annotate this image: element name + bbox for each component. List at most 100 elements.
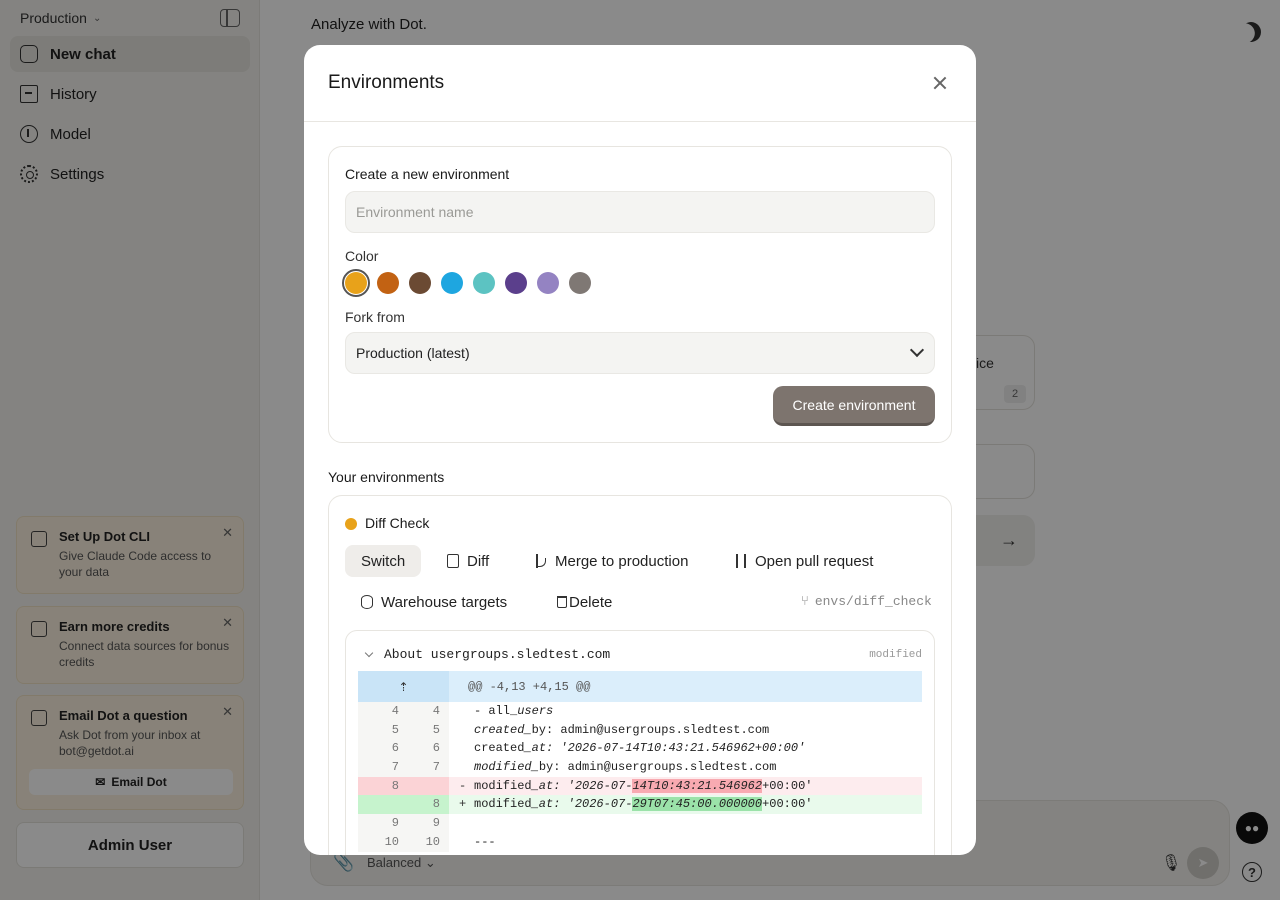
switch-button[interactable]: Switch [345,545,422,577]
diff-table: ⇡ @@ -4,13 +4,15 @@ 44- all_users 5 5 creat… [358,671,922,852]
code-pre: created [474,741,525,756]
code-italic: users [517,704,554,718]
branch-label: envs/diff_check [814,594,932,609]
line-gutter: 44 [358,702,449,721]
code-text: --- [464,833,496,852]
color-swatch[interactable] [377,272,399,294]
diff-line: 8 - modified_at: '2026-07-14T10:43:21.5469… [358,776,922,796]
diff-label: Diff [467,552,490,570]
new-line-number: 8 [432,797,440,812]
open-pull-request-button[interactable]: Open pull request [719,545,889,577]
color-swatch[interactable] [473,272,495,294]
diff-line: 6 6 created_at: '2026-07-14T10:43:21.54696… [358,739,922,759]
code-italic: modified_ [474,760,539,775]
color-label: Color [345,248,379,264]
diff-line: 7 7 modified_by: admin@usergroups.sledtest… [358,758,922,777]
color-swatch[interactable] [409,272,431,294]
code-italic: _at: '2026-07- [531,797,633,812]
code-text: modified_at: '2026-07-14T10:43:21.546962… [464,777,812,796]
diff-icon [447,554,459,568]
close-icon[interactable] [932,75,948,91]
environments-modal: Environments Create a new environment Co… [304,45,976,855]
old-line-number: 8 [391,778,399,793]
line-gutter: 66 [358,739,449,759]
code-post: by: admin@usergroups.sledtest.com [538,760,777,775]
diff-sign [449,721,464,740]
line-gutter: 99 [358,814,449,833]
old-line-number: 6 [391,741,399,756]
environment-card: Diff Check Switch Diff Merge to producti… [328,495,952,855]
color-swatch[interactable] [569,272,591,294]
color-swatch[interactable] [537,272,559,294]
trash-icon [557,596,567,608]
code-post: by: admin@usergroups.sledtest.com [531,722,770,737]
code-pre: modified [474,797,532,812]
diff-line: 8 + modified_at: '2026-07-29T07:45:00.0000… [358,795,922,815]
diff-line: 44- all_users [358,702,922,721]
code-pre: --- [474,834,496,849]
merge-label: Merge to production [555,552,689,570]
diff-status: modified [869,649,922,661]
new-line-number: 6 [432,741,440,756]
code-text: modified_by: admin@usergroups.sledtest.c… [464,758,776,777]
delete-button[interactable]: Delete [541,586,628,618]
pull-request-label: Open pull request [755,552,874,570]
old-line-number: 4 [391,704,399,718]
create-heading: Create a new environment [345,166,510,182]
code-pre: - all_ [474,704,518,718]
new-line-number: 5 [432,722,440,737]
environment-name-input[interactable] [345,191,935,233]
code-italic: _at: '2026-07-14T10:43:21.546962+00:00' [524,741,806,756]
color-swatch[interactable] [342,269,370,297]
diff-hunk-header: ⇡ @@ -4,13 +4,15 @@ [358,671,922,702]
old-line-number: 10 [384,834,399,849]
diff-file-header[interactable]: About usergroups.sledtest.com modified [362,647,922,663]
new-line-number [403,777,449,796]
diff-sign: + [459,797,467,812]
code-italic: created_ [474,722,532,737]
merge-icon [535,554,547,568]
line-gutter: 77 [358,758,449,777]
warehouse-label: Warehouse targets [381,593,508,611]
create-environment-card: Create a new environment Color Fork from… [328,146,952,443]
diff-file-name: About usergroups.sledtest.com [384,647,611,662]
diff-line: 10 10 --- [358,832,922,852]
old-line-number: 5 [391,722,399,737]
fork-value: Production (latest) [356,345,470,361]
warehouse-targets-button[interactable]: Warehouse targets [345,586,523,618]
code-text: created_by: admin@usergroups.sledtest.co… [464,721,769,740]
changed-token: 14T10:43:21.546962 [632,778,763,793]
diff-sign [449,814,464,833]
line-gutter: 8 [358,795,449,815]
color-swatch[interactable] [441,272,463,294]
expand-up-icon[interactable]: ⇡ [358,671,449,702]
fork-from-select[interactable]: Production (latest) [345,332,935,374]
new-line-number: 4 [432,704,440,718]
diff-button[interactable]: Diff [431,545,505,577]
code-post: +00:00' [762,797,813,812]
hunk-range: @@ -4,13 +4,15 @@ [468,679,591,694]
diff-sign [449,702,464,721]
modal-header: Environments [304,45,976,122]
chevron-down-icon [909,342,925,358]
color-swatch[interactable] [505,272,527,294]
new-line-number: 10 [425,834,440,849]
line-gutter: 8 [358,776,449,796]
create-environment-button[interactable]: Create environment [773,386,935,426]
diff-viewer: About usergroups.sledtest.com modified ⇡… [345,630,935,855]
database-icon [361,595,373,609]
line-gutter: 55 [358,720,449,740]
switch-label: Switch [361,552,406,570]
modal-title: Environments [328,72,445,93]
create-button-label: Create environment [792,396,916,413]
delete-label: Delete [569,593,613,611]
code-pre: modified [474,778,532,793]
diff-sign [449,833,464,852]
new-line-number: 9 [432,816,440,831]
code-text: created_at: '2026-07-14T10:43:21.546962+… [464,739,805,758]
diff-sign [449,739,464,758]
new-line-number: 7 [432,760,440,775]
merge-to-production-button[interactable]: Merge to production [519,545,704,577]
branch-name: ⑂ envs/diff_check [801,594,932,609]
